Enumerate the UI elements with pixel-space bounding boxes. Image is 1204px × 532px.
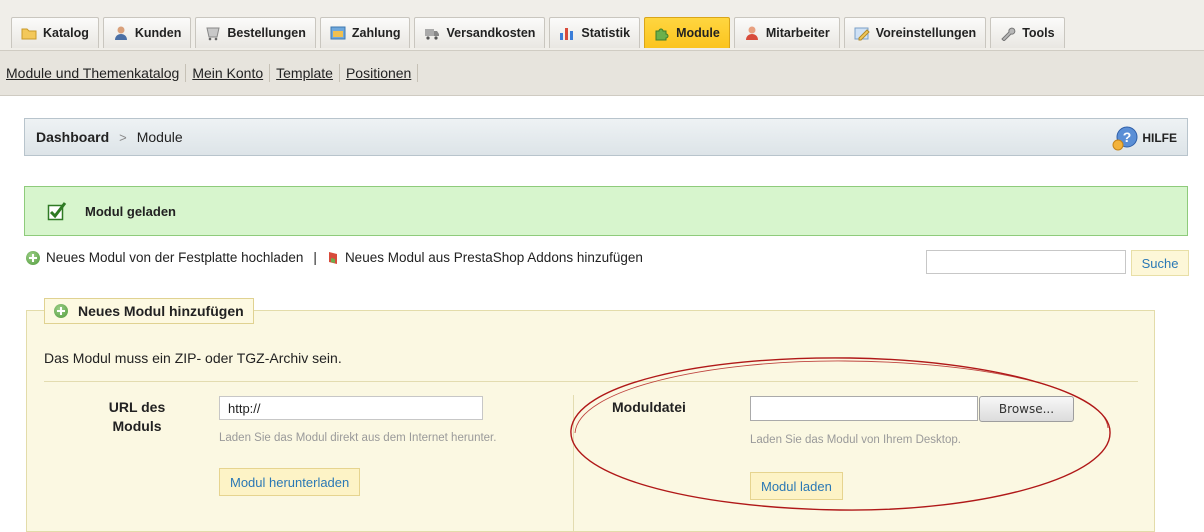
add-circle-icon <box>26 250 40 265</box>
archive-description: Das Modul muss ein ZIP- oder TGZ-Archiv … <box>44 350 342 366</box>
submenu-positionen[interactable]: Positionen <box>340 64 419 82</box>
tab-kunden[interactable]: Kunden <box>102 17 192 48</box>
success-text: Modul geladen <box>85 204 176 219</box>
preferences-icon <box>854 25 870 41</box>
addons-module-link[interactable]: Neues Modul aus PrestaShop Addons hinzuf… <box>345 250 643 265</box>
sub-menu-items: Module und Themenkatalog Mein Konto Temp… <box>6 64 419 82</box>
checkmark-icon <box>47 201 67 221</box>
breadcrumb-separator: > <box>119 129 127 145</box>
tab-label: Mitarbeiter <box>765 26 830 40</box>
module-links-row: Neues Modul von der Festplatte hochladen… <box>26 250 643 265</box>
breadcrumb-current: Module <box>136 129 183 145</box>
tab-label: Versandkosten <box>446 26 536 40</box>
browse-button[interactable]: Browse... <box>979 396 1074 422</box>
wrench-icon <box>1000 25 1016 42</box>
file-path-field[interactable] <box>750 396 978 421</box>
links-divider: | <box>313 250 317 265</box>
help-icon: ? <box>1112 125 1138 151</box>
file-label: Moduldatei <box>612 399 686 415</box>
submenu-mein-konto[interactable]: Mein Konto <box>186 64 271 82</box>
puzzle-icon <box>654 25 670 41</box>
tab-label: Module <box>676 26 720 40</box>
breadcrumb: Dashboard > Module ? HILFE <box>24 118 1188 156</box>
submenu-template[interactable]: Template <box>270 64 340 82</box>
help-link[interactable]: ? HILFE <box>1112 125 1177 151</box>
breadcrumb-dashboard[interactable]: Dashboard <box>36 129 109 145</box>
employee-icon <box>744 25 760 41</box>
submenu-module-themenkatalog[interactable]: Module und Themenkatalog <box>6 64 187 82</box>
download-module-button[interactable]: Modul herunterladen <box>219 468 361 496</box>
search-button[interactable]: Suche <box>1131 250 1189 276</box>
upload-module-link[interactable]: Neues Modul von der Festplatte hochladen <box>46 250 303 265</box>
breadcrumb-items: Dashboard > Module <box>36 129 183 145</box>
search-input[interactable] <box>926 250 1126 274</box>
help-label: HILFE <box>1142 131 1177 145</box>
tab-module[interactable]: Module <box>644 17 730 48</box>
payment-icon <box>330 25 346 41</box>
url-input[interactable] <box>219 396 483 420</box>
tab-katalog[interactable]: Katalog <box>11 17 99 48</box>
add-circle-icon <box>54 304 68 318</box>
tab-label: Bestellungen <box>227 26 306 40</box>
url-label: URL des Moduls <box>108 399 166 434</box>
tab-tools[interactable]: Tools <box>990 17 1065 48</box>
svg-text:?: ? <box>1123 129 1132 145</box>
folder-icon <box>21 25 37 41</box>
tab-zahlung[interactable]: Zahlung <box>319 17 411 48</box>
tab-versandkosten[interactable]: Versandkosten <box>414 17 546 48</box>
tab-label: Statistik <box>581 26 631 40</box>
tab-bestellungen[interactable]: Bestellungen <box>195 17 316 48</box>
url-hint: Laden Sie das Modul direkt aus dem Inter… <box>219 432 497 444</box>
tab-label: Voreinstellungen <box>875 26 977 40</box>
bar-chart-icon <box>559 25 575 41</box>
tab-statistik[interactable]: Statistik <box>549 17 641 48</box>
tab-label: Katalog <box>43 26 89 40</box>
sub-menu-bar: Module und Themenkatalog Mein Konto Temp… <box>0 50 1204 96</box>
main-tabs: Katalog Kunden Bestellungen Zahlung Vers… <box>11 17 1065 50</box>
tab-label: Zahlung <box>351 26 401 40</box>
addons-icon <box>327 250 339 265</box>
tab-mitarbeiter[interactable]: Mitarbeiter <box>733 17 840 48</box>
tab-voreinstellungen[interactable]: Voreinstellungen <box>843 17 987 48</box>
tab-label: Kunden <box>134 26 182 40</box>
fieldset-divider <box>44 381 1138 382</box>
customer-icon <box>113 25 129 41</box>
file-hint: Laden Sie das Modul von Ihrem Desktop. <box>750 434 961 446</box>
success-message: Modul geladen <box>24 186 1188 236</box>
tab-label: Tools <box>1022 26 1055 40</box>
main-tab-bar: Katalog Kunden Bestellungen Zahlung Vers… <box>0 0 1204 50</box>
legend-text: Neues Modul hinzufügen <box>78 303 244 319</box>
truck-icon <box>424 25 440 41</box>
load-module-button[interactable]: Modul laden <box>750 472 843 500</box>
column-divider <box>573 395 574 531</box>
orders-icon <box>205 25 221 41</box>
add-module-legend: Neues Modul hinzufügen <box>44 298 254 324</box>
